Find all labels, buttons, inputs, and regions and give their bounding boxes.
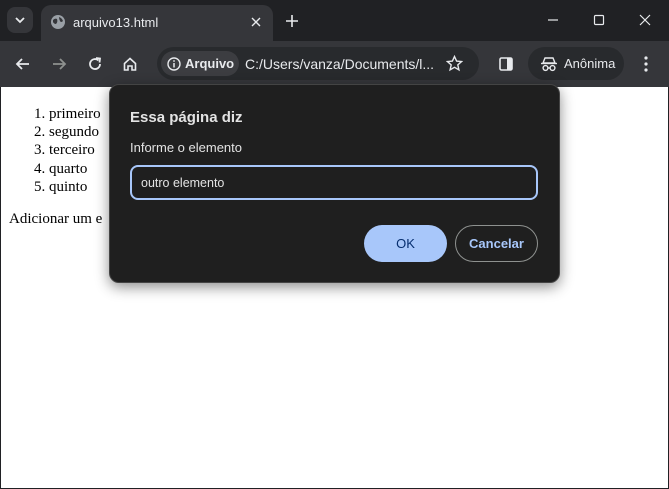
incognito-icon xyxy=(541,56,557,71)
tab-close-button[interactable] xyxy=(247,13,265,31)
arrow-right-icon xyxy=(53,58,67,70)
url-text: C:/Users/vanza/Documents/l... xyxy=(245,56,435,72)
list-item: segundo xyxy=(49,123,101,141)
globe-icon xyxy=(51,15,65,29)
tab-strip: arquivo13.html xyxy=(0,0,669,41)
side-panel-icon xyxy=(499,57,513,71)
tab-title: arquivo13.html xyxy=(73,15,159,30)
tab-active[interactable]: arquivo13.html xyxy=(41,5,273,41)
plus-icon xyxy=(286,15,298,27)
chevron-down-icon xyxy=(15,17,25,24)
forward-button[interactable] xyxy=(45,50,73,78)
side-panel-button[interactable] xyxy=(492,50,520,78)
cancel-button[interactable]: Cancelar xyxy=(455,225,538,262)
reload-icon xyxy=(89,57,102,70)
site-info-chip[interactable]: Arquivo xyxy=(161,51,239,76)
prompt-dialog: Essa página diz Informe o elemento OK Ca… xyxy=(109,84,560,283)
page-paragraph: Adicionar um e xyxy=(9,211,103,227)
list-item: quinto xyxy=(49,178,101,196)
minimize-button[interactable] xyxy=(539,8,567,32)
close-icon xyxy=(251,17,261,27)
list-item: primeiro xyxy=(49,105,101,123)
address-bar[interactable]: Arquivo C:/Users/vanza/Documents/l... xyxy=(157,47,479,80)
more-vertical-icon xyxy=(644,56,648,72)
incognito-badge[interactable]: Anônima xyxy=(528,47,624,80)
tab-search-button[interactable] xyxy=(7,7,33,33)
new-tab-button[interactable] xyxy=(281,10,303,32)
list-item: quarto xyxy=(49,160,101,178)
reload-button[interactable] xyxy=(81,50,109,78)
menu-button[interactable] xyxy=(632,50,660,78)
dialog-title: Essa página diz xyxy=(130,109,243,126)
star-icon[interactable] xyxy=(446,55,463,72)
ok-button[interactable]: OK xyxy=(364,225,447,262)
back-button[interactable] xyxy=(9,50,37,78)
prompt-input[interactable] xyxy=(130,165,538,200)
maximize-icon xyxy=(593,14,605,26)
info-icon xyxy=(167,56,181,71)
list-item: terceiro xyxy=(49,141,101,159)
minimize-icon xyxy=(548,19,558,21)
maximize-button[interactable] xyxy=(585,8,613,32)
window-close-button[interactable] xyxy=(631,8,659,32)
incognito-label: Anônima xyxy=(564,56,616,71)
close-icon xyxy=(639,14,651,26)
home-button[interactable] xyxy=(116,50,144,78)
home-icon xyxy=(123,57,137,71)
arrow-left-icon xyxy=(15,58,29,70)
browser-window: arquivo13.html Arquivo C:/Users/vanza/Do… xyxy=(0,0,669,489)
site-info-label: Arquivo xyxy=(185,56,235,71)
ordered-list: primeiro segundo terceiro quarto quinto xyxy=(9,105,101,196)
dialog-message: Informe o elemento xyxy=(130,140,243,155)
toolbar: Arquivo C:/Users/vanza/Documents/l... An… xyxy=(0,41,669,87)
